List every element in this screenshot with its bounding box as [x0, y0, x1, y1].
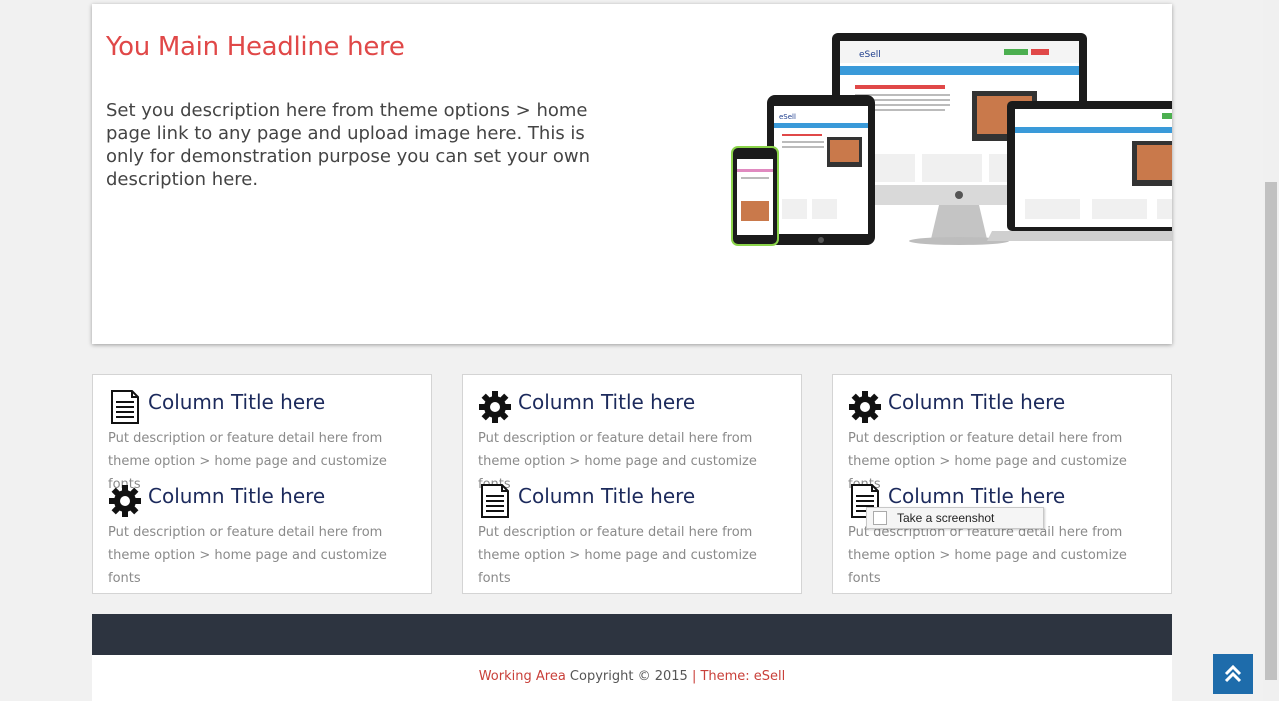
scrollbar-thumb[interactable] [1265, 182, 1277, 680]
feature-title: Column Title here [888, 390, 1066, 414]
hero-description: Set you description here from theme opti… [106, 100, 591, 190]
double-chevron-up-icon [1224, 664, 1242, 683]
feature-description: Put description or feature detail here f… [108, 525, 387, 586]
svg-text:eSell: eSell [859, 50, 881, 60]
scroll-to-top-button[interactable] [1213, 654, 1253, 694]
feature-column-1: Column Title here Put description or fea… [92, 374, 432, 594]
hero-headline: You Main Headline here [106, 32, 405, 62]
feature-title: Column Title here [148, 484, 326, 508]
gear-icon [849, 391, 881, 423]
feature-title: Column Title here [148, 390, 326, 414]
site-link[interactable]: Working Area [479, 669, 566, 684]
svg-text:eSell: eSell [779, 113, 796, 121]
feature-description: Put description or feature detail here f… [478, 525, 757, 586]
hero-banner: You Main Headline here Set you descripti… [92, 4, 1172, 344]
screenshot-icon [873, 511, 887, 525]
gear-icon [479, 391, 511, 423]
responsive-devices-image: eSell eSell [731, 33, 1172, 246]
feature-title: Column Title here [518, 484, 696, 508]
theme-link[interactable]: | Theme: eSell [692, 669, 785, 684]
page-scrollbar[interactable] [1263, 0, 1279, 701]
feature-title: Column Title here [518, 390, 696, 414]
context-menu-item-screenshot[interactable]: Take a screenshot [897, 508, 994, 528]
feature-description: Put description or feature detail here f… [848, 525, 1127, 586]
copyright-text: Copyright © 2015 [565, 669, 692, 684]
context-menu: Take a screenshot [866, 507, 1044, 529]
gear-icon [109, 485, 141, 517]
feature-title: Column Title here [888, 484, 1066, 508]
feature-column-2: Column Title here Put description or fea… [462, 374, 802, 594]
feature-column-3: Column Title here Put description or fea… [832, 374, 1172, 594]
document-icon [481, 484, 509, 518]
footer-widget-bar [92, 614, 1172, 655]
document-icon [111, 390, 139, 424]
footer-copyright: Working Area Copyright © 2015 | Theme: e… [92, 655, 1172, 701]
